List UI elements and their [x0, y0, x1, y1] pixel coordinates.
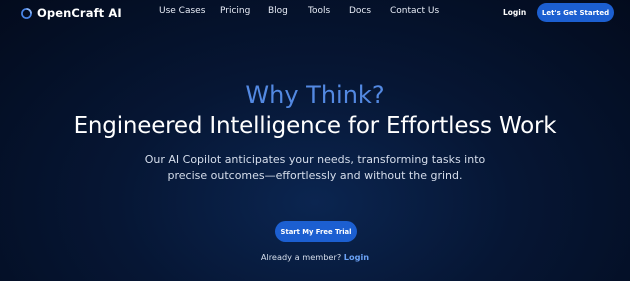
nav-link-docs[interactable]: Docs: [349, 6, 371, 16]
nav-link-blog[interactable]: Blog: [268, 6, 288, 16]
hero-kicker: Why Think?: [245, 81, 385, 109]
top-navigation: OpenCraft AI Use Cases Pricing Blog Tool…: [0, 0, 630, 26]
nav-login-link[interactable]: Login: [503, 8, 526, 17]
hero-subtitle: Our AI Copilot anticipates your needs, t…: [144, 153, 486, 182]
member-login-line: Already a member? Login: [0, 252, 630, 262]
nav-link-contact-us[interactable]: Contact Us: [390, 6, 439, 16]
nav-link-tools[interactable]: Tools: [308, 6, 330, 16]
nav-link-use-cases[interactable]: Use Cases: [159, 6, 205, 16]
member-prompt: Already a member?: [260, 252, 342, 262]
member-login-link[interactable]: Login: [344, 252, 369, 262]
nav-link-pricing[interactable]: Pricing: [220, 6, 250, 16]
hero-title: Engineered Intelligence for Effortless W…: [73, 113, 557, 139]
nav-links: Use Cases Pricing Blog Tools Docs Contac…: [0, 6, 630, 20]
start-free-trial-button[interactable]: Start My Free Trial: [275, 221, 357, 242]
get-started-button[interactable]: Let's Get Started: [537, 3, 614, 22]
